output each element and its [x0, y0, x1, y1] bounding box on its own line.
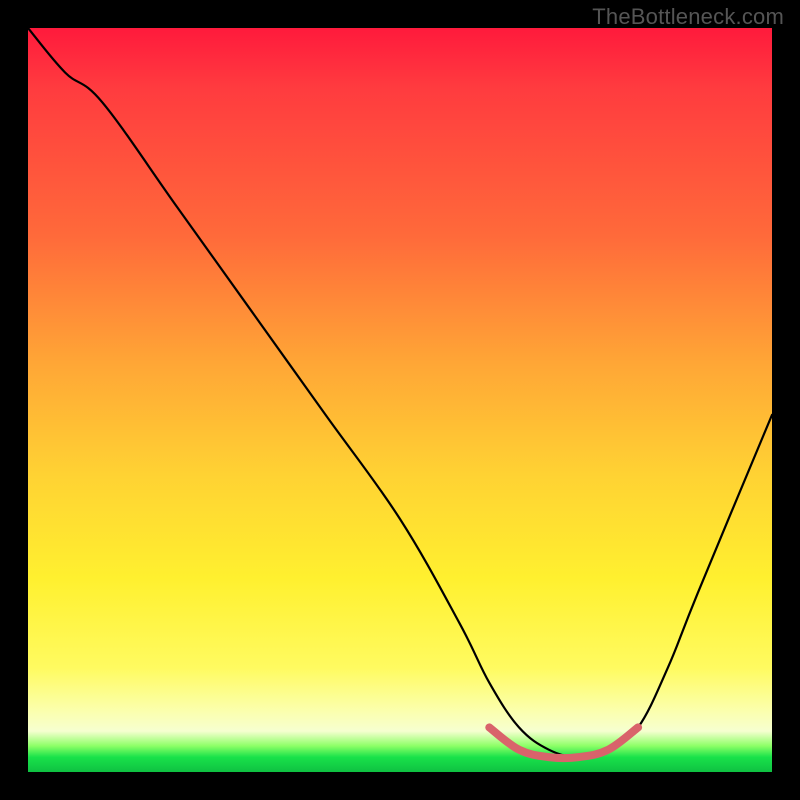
watermark-text: TheBottleneck.com — [592, 4, 784, 30]
plot-area — [28, 28, 772, 772]
chart-svg — [28, 28, 772, 772]
optimal-range-marker-path — [489, 727, 638, 758]
bottleneck-curve-path — [28, 28, 772, 757]
chart-frame: TheBottleneck.com — [0, 0, 800, 800]
